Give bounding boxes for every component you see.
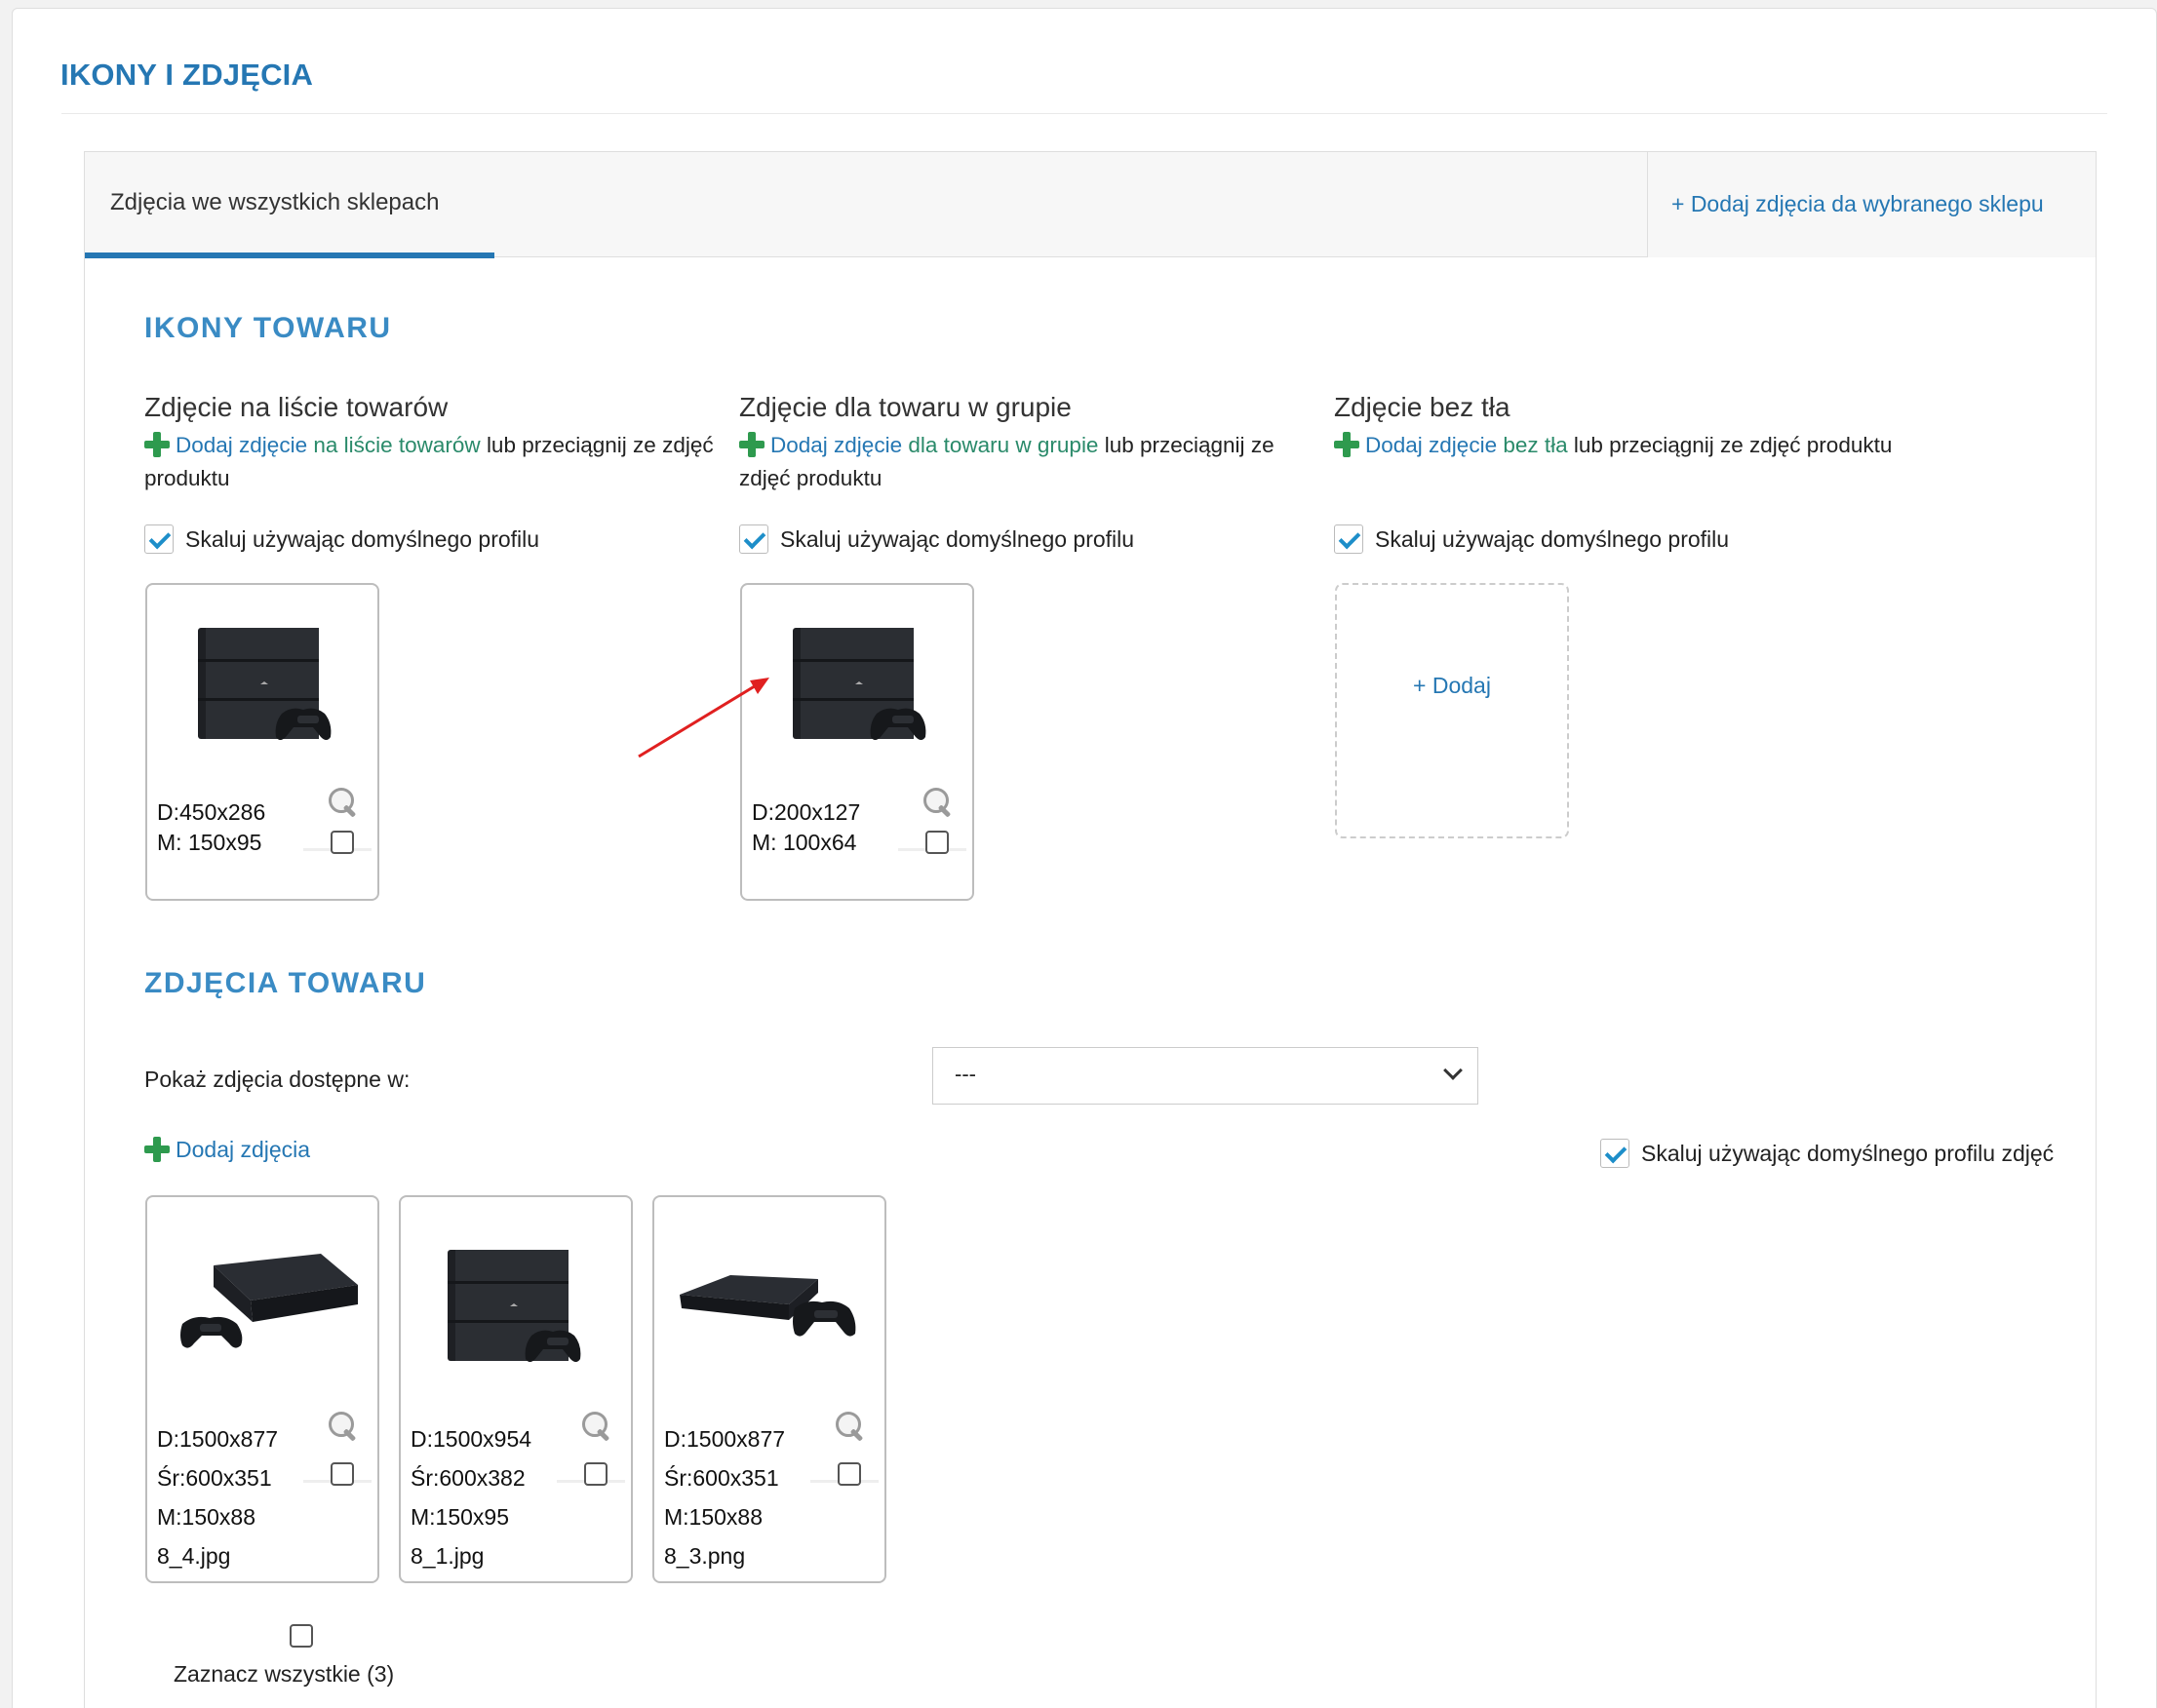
icon-column-no-background: Zdjęcie bez tła Dodaj zdjęcie bez tła lu… bbox=[1334, 392, 1909, 462]
tile-dimensions: D:200x127 M: 100x64 bbox=[752, 797, 860, 858]
icon-tile-group[interactable]: D:200x127 M: 100x64 bbox=[740, 583, 974, 901]
ps4-slim-image bbox=[680, 1275, 856, 1337]
scale-default-photos[interactable]: Skaluj używając domyślnego profilu zdjęć bbox=[1600, 1139, 2054, 1168]
shop-filter-select[interactable]: --- bbox=[932, 1047, 1478, 1105]
plus-icon bbox=[739, 432, 765, 457]
tile-dimensions: D:450x286 M: 150x95 bbox=[157, 797, 265, 858]
tile-default-size: D:450x286 bbox=[157, 799, 266, 825]
tile-select-checkbox[interactable] bbox=[925, 831, 949, 854]
add-photo-link[interactable]: Dodaj zdjęcie bbox=[770, 433, 902, 457]
scale-checkbox[interactable] bbox=[144, 524, 174, 554]
scale-checkbox[interactable] bbox=[739, 524, 768, 554]
tile-default-size: D:200x127 bbox=[752, 799, 861, 825]
scale-checkbox[interactable] bbox=[1334, 524, 1363, 554]
filter-label: Pokaż zdjęcia dostępne w: bbox=[144, 1067, 411, 1092]
photo-medium-size: Śr:600x351 bbox=[157, 1465, 272, 1491]
photo-mini-size: M:150x88 bbox=[664, 1504, 764, 1530]
select-all-label: Zaznacz wszystkie (3) bbox=[174, 1661, 395, 1687]
photos-section-title: ZDJĘCIA TOWARU bbox=[144, 967, 427, 999]
photo-default-size: D:1500x877 bbox=[157, 1426, 279, 1452]
icons-section-title: IKONY TOWARU bbox=[144, 312, 392, 344]
photo-select-checkbox[interactable] bbox=[838, 1462, 861, 1486]
add-icon-dropzone[interactable]: + Dodaj bbox=[1335, 583, 1569, 838]
scale-label: Skaluj używając domyślnego profilu bbox=[1375, 525, 1730, 552]
photo-medium-size: Śr:600x382 bbox=[411, 1465, 526, 1491]
column-description: Dodaj zdjęcie bez tła lub przeciągnij ze… bbox=[1334, 429, 1909, 462]
photo-medium-size: Śr:600x351 bbox=[664, 1465, 779, 1491]
tile-select-checkbox[interactable] bbox=[331, 831, 354, 854]
tile-mini-size: M: 100x64 bbox=[752, 830, 857, 855]
select-all-checkbox[interactable] bbox=[290, 1624, 313, 1648]
photo-tile[interactable]: D:1500x877 Śr:600x351 M:150x88 8_4.jpg bbox=[145, 1195, 379, 1583]
add-icon-label: + Dodaj bbox=[1413, 673, 1491, 698]
main-card: IKONY I ZDJĘCIA Zdjęcia we wszystkich sk… bbox=[12, 8, 2157, 1708]
add-photo-link[interactable]: Dodaj zdjęcie bbox=[176, 433, 307, 457]
zoom-icon[interactable] bbox=[834, 1410, 867, 1443]
tile-mini-size: M: 150x95 bbox=[157, 830, 262, 855]
scale-checkbox[interactable] bbox=[1600, 1139, 1629, 1168]
photo-info: D:1500x877 Śr:600x351 M:150x88 8_3.png bbox=[664, 1419, 785, 1575]
photo-default-size: D:1500x954 bbox=[411, 1426, 532, 1452]
ps4-pro-image bbox=[793, 628, 926, 740]
photo-mini-size: M:150x95 bbox=[411, 1504, 510, 1530]
photo-filename: 8_4.jpg bbox=[157, 1543, 231, 1569]
icon-tile-list[interactable]: D:450x286 M: 150x95 bbox=[145, 583, 379, 901]
plus-icon bbox=[1334, 432, 1359, 457]
zoom-icon[interactable] bbox=[327, 1410, 360, 1443]
zoom-icon[interactable] bbox=[922, 786, 955, 819]
ps4-original-image bbox=[180, 1254, 358, 1348]
plus-icon bbox=[144, 432, 170, 457]
photo-mini-size: M:150x88 bbox=[157, 1504, 256, 1530]
tab-bar: Zdjęcia we wszystkich sklepach + Dodaj z… bbox=[85, 152, 2096, 258]
scale-default-list[interactable]: Skaluj używając domyślnego profilu bbox=[144, 524, 539, 554]
photo-filename: 8_3.png bbox=[664, 1543, 746, 1569]
column-description: Dodaj zdjęcie dla towaru w grupie lub pr… bbox=[739, 429, 1314, 495]
scale-label: Skaluj używając domyślnego profilu zdjęć bbox=[1641, 1140, 2055, 1166]
column-title: Zdjęcie dla towaru w grupie bbox=[739, 392, 1072, 422]
photo-info: D:1500x954 Śr:600x382 M:150x95 8_1.jpg bbox=[411, 1419, 531, 1575]
title-divider bbox=[61, 113, 2107, 114]
scale-default-group[interactable]: Skaluj używając domyślnego profilu bbox=[739, 524, 1134, 554]
plus-icon bbox=[144, 1137, 170, 1162]
photo-info: D:1500x877 Śr:600x351 M:150x88 8_4.jpg bbox=[157, 1419, 278, 1575]
ps4-pro-image bbox=[448, 1250, 581, 1362]
page-title: IKONY I ZDJĘCIA bbox=[60, 58, 314, 92]
scale-label: Skaluj używając domyślnego profilu bbox=[185, 525, 540, 552]
scale-label: Skaluj używając domyślnego profilu bbox=[780, 525, 1135, 552]
photo-tile[interactable]: D:1500x877 Śr:600x351 M:150x88 8_3.png bbox=[652, 1195, 886, 1583]
photo-select-checkbox[interactable] bbox=[584, 1462, 608, 1486]
images-panel: Zdjęcia we wszystkich sklepach + Dodaj z… bbox=[84, 151, 2097, 1708]
icon-column-list: Zdjęcie na liście towarów Dodaj zdjęcie … bbox=[144, 392, 720, 495]
photo-default-size: D:1500x877 bbox=[664, 1426, 786, 1452]
photo-tile[interactable]: D:1500x954 Śr:600x382 M:150x95 8_1.jpg bbox=[399, 1195, 633, 1583]
shop-filter-value: --- bbox=[955, 1062, 976, 1086]
add-photos-button[interactable]: Dodaj zdjęcia bbox=[144, 1137, 310, 1163]
column-title: Zdjęcie na liście towarów bbox=[144, 392, 449, 422]
drag-hint-2: produktu bbox=[1806, 433, 1893, 457]
zoom-icon[interactable] bbox=[580, 1410, 613, 1443]
ps4-pro-image bbox=[198, 628, 332, 740]
active-tab-indicator bbox=[85, 252, 494, 258]
column-description: Dodaj zdjęcie na liście towarów lub prze… bbox=[144, 429, 720, 495]
target-link[interactable]: na liście towarów bbox=[313, 433, 480, 457]
zoom-icon[interactable] bbox=[327, 786, 360, 819]
add-photos-label: Dodaj zdjęcia bbox=[176, 1137, 311, 1162]
column-title: Zdjęcie bez tła bbox=[1334, 392, 1510, 422]
target-link[interactable]: dla towaru w grupie bbox=[908, 433, 1098, 457]
photo-select-checkbox[interactable] bbox=[331, 1462, 354, 1486]
photo-filename: 8_1.jpg bbox=[411, 1543, 485, 1569]
icon-column-group: Zdjęcie dla towaru w grupie Dodaj zdjęci… bbox=[739, 392, 1314, 495]
tab-all-shops[interactable]: Zdjęcia we wszystkich sklepach bbox=[85, 152, 494, 258]
tab-all-shops-label: Zdjęcia we wszystkich sklepach bbox=[110, 189, 440, 215]
add-photo-link[interactable]: Dodaj zdjęcie bbox=[1365, 433, 1497, 457]
drag-hint: lub przeciągnij ze zdjęć bbox=[1573, 433, 1801, 457]
target-link[interactable]: bez tła bbox=[1503, 433, 1567, 457]
chevron-down-icon bbox=[1443, 1061, 1463, 1080]
tab-add-for-shop[interactable]: + Dodaj zdjęcia da wybranego sklepu bbox=[1647, 152, 2096, 257]
drag-hint: lub przeciągnij bbox=[1104, 433, 1245, 457]
scale-default-no-background[interactable]: Skaluj używając domyślnego profilu bbox=[1334, 524, 1729, 554]
drag-hint: lub przeciągnij ze bbox=[486, 433, 656, 457]
annotation-arrow bbox=[638, 678, 769, 758]
tab-add-for-shop-label: + Dodaj zdjęcia da wybranego sklepu bbox=[1671, 191, 2044, 216]
